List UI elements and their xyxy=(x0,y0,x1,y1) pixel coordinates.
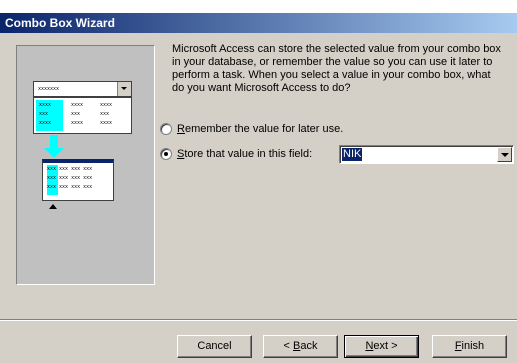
illustration-cell: xxxx xyxy=(100,120,113,126)
intro-line: Microsoft Access can store the selected … xyxy=(172,43,501,55)
illustration-cell: xxx xyxy=(71,111,81,117)
illustration-combo-text: xxxxxxx xyxy=(38,86,60,92)
illustration-pointer-icon xyxy=(49,204,57,209)
wizard-dialog: xxxxxxx xxxx xxx xxxx xxxx xxx xxxx xxxx… xyxy=(0,33,517,363)
radio-selected-dot xyxy=(164,152,168,156)
back-button[interactable]: < Back xyxy=(263,335,338,358)
title-bar: Combo Box Wizard xyxy=(0,13,517,33)
illustration-cell: xxx xyxy=(39,111,49,117)
field-select[interactable]: NIK xyxy=(339,145,514,164)
illustration-table-row: xxx xxx xxx xxx xyxy=(47,175,93,181)
illustration-arrow-icon xyxy=(50,135,58,149)
store-label: Store that value in this field: xyxy=(177,148,313,160)
intro-line: perform a task. When you select a value … xyxy=(172,69,491,81)
remember-option[interactable]: Remember the value for later use. xyxy=(160,122,460,136)
illustration-combo: xxxxxxx xyxy=(33,81,132,97)
illustration-cell: xxxx xyxy=(39,120,52,126)
field-select-value: NIK xyxy=(342,148,363,161)
remember-label: Remember the value for later use. xyxy=(177,123,344,135)
wizard-illustration: xxxxxxx xxxx xxx xxxx xxxx xxx xxxx xxxx… xyxy=(16,45,155,285)
illustration-cell: xxxx xyxy=(71,102,84,108)
illustration-cell: xxxx xyxy=(39,102,52,108)
intro-text: Microsoft Access can store the selected … xyxy=(172,43,501,95)
store-option[interactable]: Store that value in this field: xyxy=(160,147,338,161)
illustration-cell: xxxx xyxy=(100,102,113,108)
remember-radio[interactable] xyxy=(160,123,172,135)
store-radio[interactable] xyxy=(160,148,172,160)
illustration-table-row: xxx xxx xxx xxx xyxy=(47,184,93,190)
illustration-arrowhead-icon xyxy=(44,148,64,158)
illustration-cell: xxxx xyxy=(71,120,84,126)
window-title: Combo Box Wizard xyxy=(5,16,115,30)
finish-button[interactable]: Finish xyxy=(432,335,507,358)
illustration-dropdown-icon xyxy=(117,82,131,96)
chevron-down-icon xyxy=(501,153,509,157)
button-separator xyxy=(0,319,517,321)
field-select-dropdown-button[interactable] xyxy=(497,147,512,162)
illustration-table-row: xxx xxx xxx xxx xyxy=(47,166,93,172)
intro-line: in your database, or remember the value … xyxy=(172,56,493,68)
illustration-table: xxx xxx xxx xxx xxx xxx xxx xxx xxx xxx … xyxy=(42,159,114,201)
cancel-button[interactable]: Cancel xyxy=(177,335,252,358)
illustration-cell: xxx xyxy=(100,111,110,117)
next-button[interactable]: Next > xyxy=(344,335,419,358)
illustration-list: xxxx xxx xxxx xxxx xxx xxxx xxxx xxx xxx… xyxy=(33,97,132,134)
intro-line: do you want Microsoft Access to do? xyxy=(172,82,351,94)
